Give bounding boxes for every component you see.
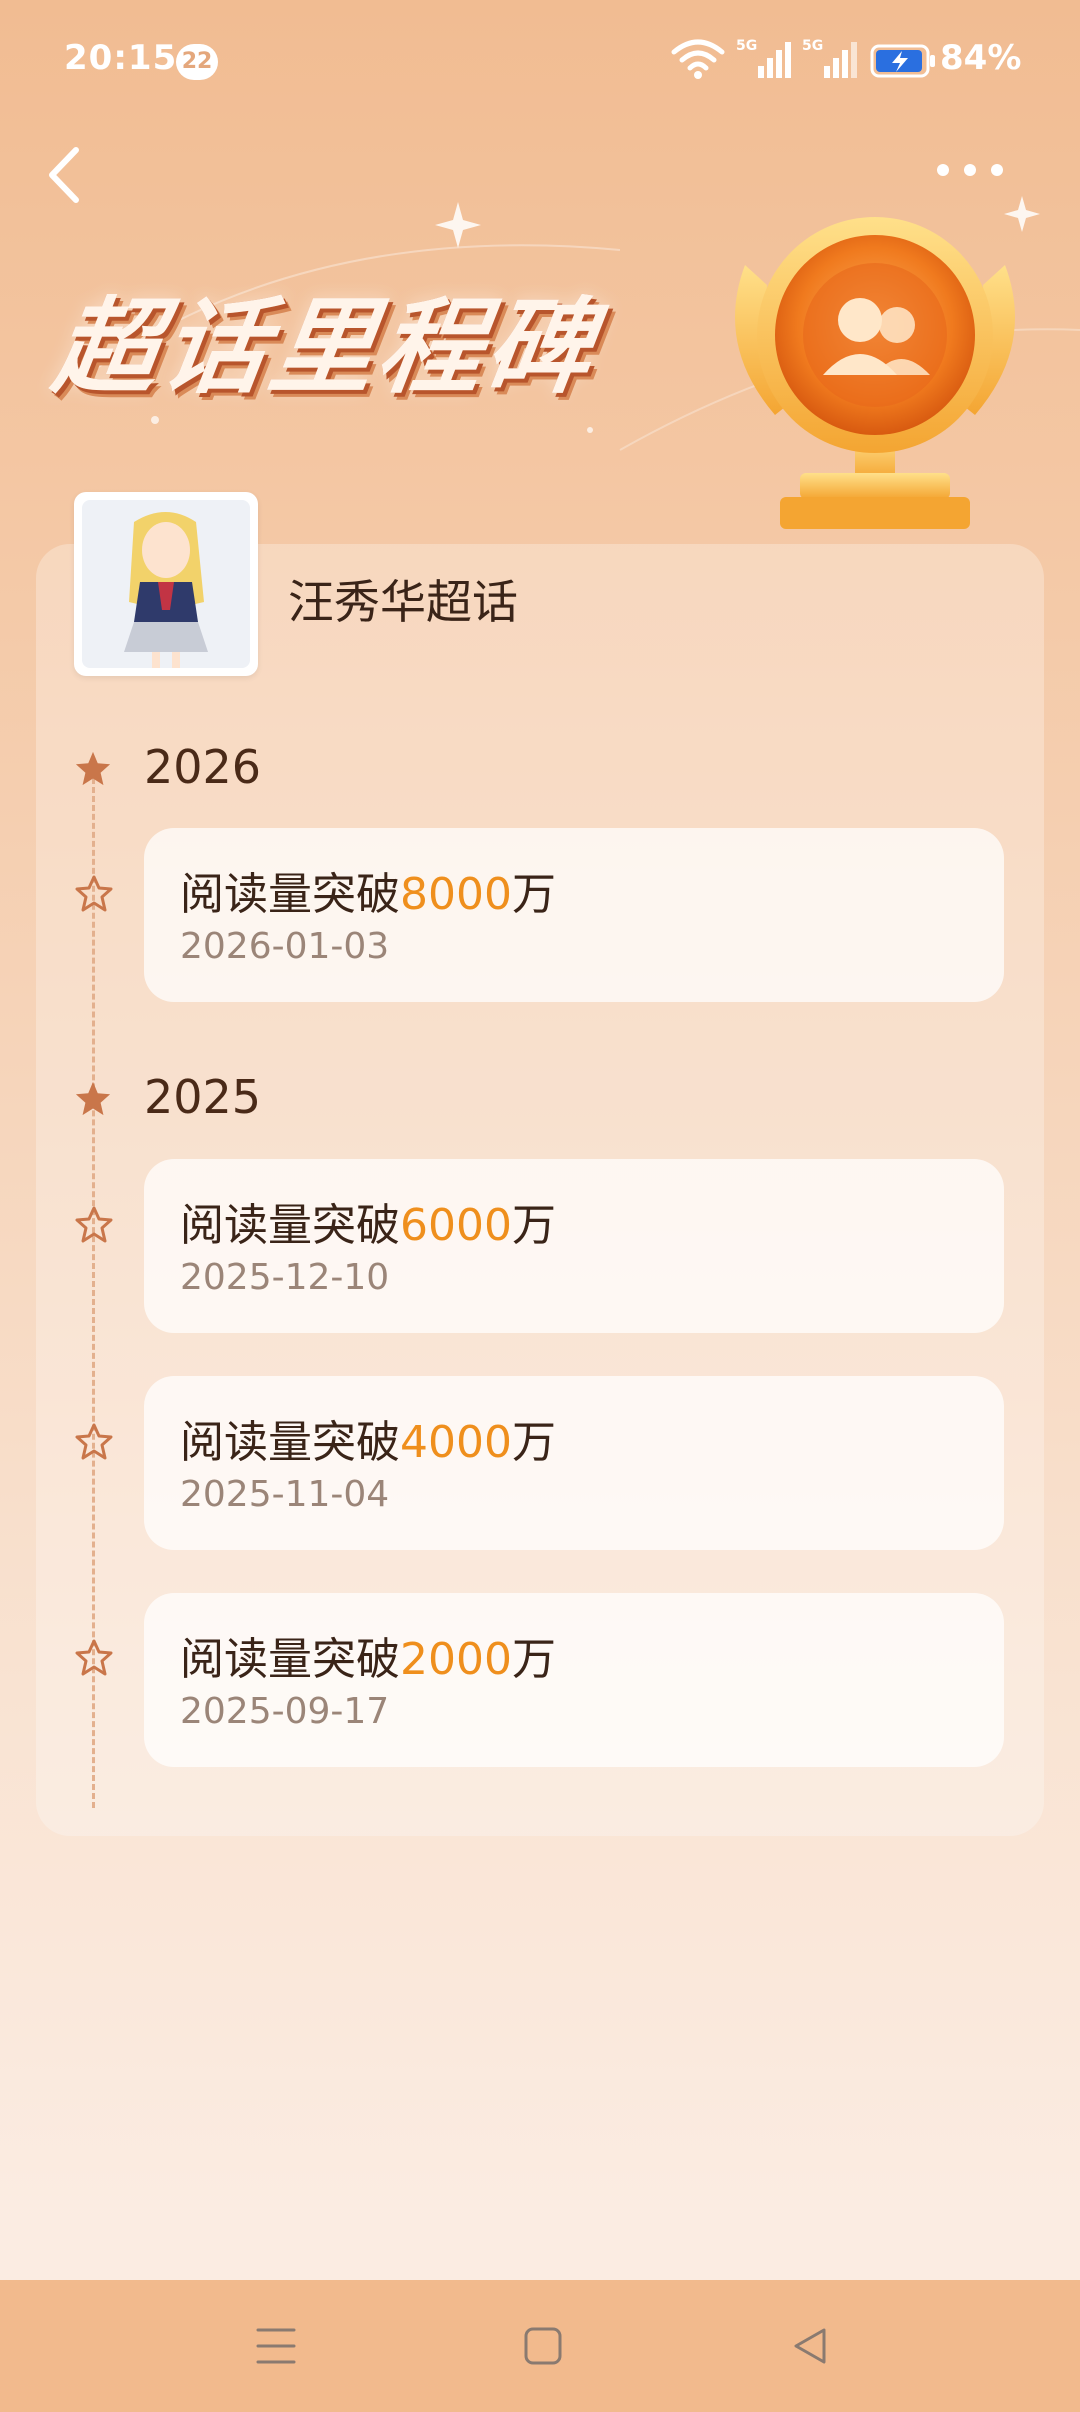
topic-name: 汪秀华超话 (288, 575, 518, 629)
milestone-value: 8000 (400, 869, 512, 920)
milestone-item[interactable]: 阅读量突破6000万 2025-12-10 (144, 1159, 1004, 1333)
milestone-date: 2025-11-04 (180, 1474, 390, 1515)
page-title: 超话里程碑 (46, 286, 604, 408)
milestone-value: 4000 (400, 1417, 512, 1468)
milestone-date: 2026-01-03 (180, 926, 390, 967)
system-nav-bar (0, 2280, 1080, 2412)
svg-text:5G: 5G (736, 38, 757, 54)
year-label: 2026 (144, 740, 262, 794)
milestone-star-icon (75, 1423, 113, 1460)
battery-charging-icon (870, 44, 935, 78)
avatar-image (82, 500, 250, 668)
milestone-title: 阅读量突破6000万 (180, 1200, 556, 1251)
milestone-star-icon (75, 875, 113, 912)
milestone-title: 阅读量突破2000万 (180, 1634, 556, 1685)
milestone-title: 阅读量突破4000万 (180, 1417, 556, 1468)
home-square-icon[interactable] (513, 2316, 573, 2376)
wifi-icon (671, 39, 725, 79)
milestone-value: 2000 (400, 1634, 512, 1685)
milestone-title: 阅读量突破8000万 (180, 869, 556, 920)
year-star-icon (75, 751, 111, 786)
menu-icon[interactable] (246, 2316, 306, 2376)
status-time: 20:15 (64, 38, 178, 78)
battery-percent: 84% (940, 38, 1022, 78)
year-label: 2025 (144, 1070, 262, 1124)
milestone-value: 6000 (400, 1200, 512, 1251)
trophy-icon (735, 217, 1015, 529)
milestone-date: 2025-12-10 (180, 1257, 390, 1298)
svg-text:5G: 5G (802, 38, 823, 54)
topic-avatar[interactable] (74, 492, 258, 676)
milestone-date: 2025-09-17 (180, 1691, 390, 1732)
milestone-item[interactable]: 阅读量突破8000万 2026-01-03 (144, 828, 1004, 1002)
milestone-item[interactable]: 阅读量突破4000万 2025-11-04 (144, 1376, 1004, 1550)
signal-5g-icon: 5G (802, 38, 857, 78)
year-star-icon (75, 1081, 111, 1116)
back-triangle-icon[interactable] (780, 2316, 840, 2376)
milestone-star-icon (75, 1639, 113, 1676)
signal-5g-icon: 5G (736, 38, 791, 78)
milestone-star-icon (75, 1206, 113, 1243)
notification-count-badge: 22 (176, 44, 218, 80)
milestone-item[interactable]: 阅读量突破2000万 2025-09-17 (144, 1593, 1004, 1767)
